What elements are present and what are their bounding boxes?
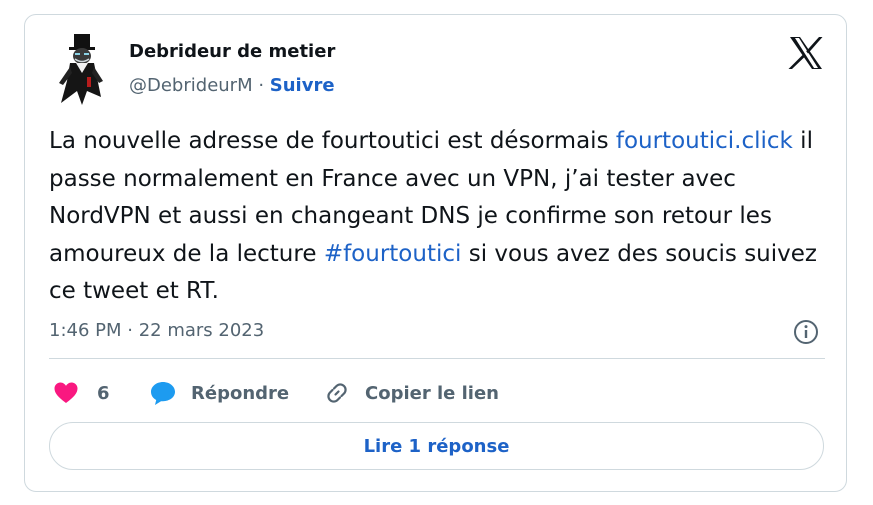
avatar[interactable] [57, 33, 105, 107]
tweet-text-segment: La nouvelle adresse de fourtoutici est d… [49, 128, 616, 154]
reply-button[interactable]: Répondre [149, 377, 289, 409]
reply-label: Répondre [191, 382, 290, 404]
author-name[interactable]: Debrideur de metier [129, 41, 335, 62]
read-replies-button[interactable]: Lire 1 réponse [49, 422, 824, 470]
tweet-timestamp[interactable]: 1:46 PM · 22 mars 2023 [49, 320, 264, 341]
meta-separator: · [252, 75, 270, 96]
copy-link-label: Copier le lien [365, 382, 499, 404]
tweet-link[interactable]: fourtoutici.click [616, 128, 793, 154]
like-button[interactable]: 6 [53, 377, 110, 409]
follow-link[interactable]: Suivre [270, 75, 335, 96]
avatar-image [59, 34, 103, 105]
like-count: 6 [97, 382, 110, 404]
info-icon[interactable] [792, 318, 820, 346]
tweet-card: Debrideur de metier @DebrideurM · Suivre… [24, 14, 847, 492]
tweet-link[interactable]: #fourtoutici [324, 241, 462, 267]
heart-icon [54, 382, 78, 403]
author-meta: @DebrideurM · Suivre [129, 75, 335, 96]
author-handle[interactable]: @DebrideurM [129, 75, 253, 96]
tweet-text: La nouvelle adresse de fourtoutici est d… [49, 123, 829, 311]
speech-bubble-icon [151, 382, 175, 405]
link-icon [327, 383, 347, 403]
divider [49, 358, 825, 359]
x-logo-icon[interactable] [787, 35, 825, 71]
copy-link-button[interactable]: Copier le lien [323, 377, 499, 409]
